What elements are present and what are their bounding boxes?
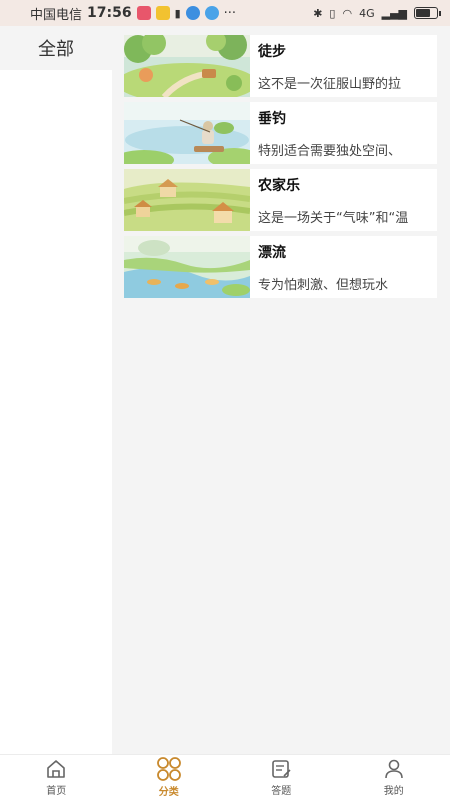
tab-category[interactable]: 分类 [113, 755, 226, 800]
farm-scene-image [124, 169, 250, 231]
card-description: 特别适合需要独处空间、 [258, 144, 402, 159]
carrier-label: 中国电信 [30, 7, 83, 23]
list-item[interactable]: 农家乐 这是一场关于“气味”和“温 [124, 169, 437, 231]
card-title: 垂钓 [258, 111, 286, 127]
home-icon [47, 760, 66, 778]
battery-icon [414, 7, 441, 19]
card-title: 漂流 [258, 245, 286, 261]
more-notifications-icon: ··· [223, 5, 237, 21]
tab-label: 首页 [46, 786, 67, 797]
shield-icon [185, 6, 200, 20]
signal-icon: ▂▄▆ [381, 6, 407, 20]
tab-quiz[interactable]: 答题 [225, 755, 338, 800]
vibrate-icon: ▯ [329, 6, 336, 20]
card-title: 徒步 [258, 44, 286, 60]
category-sidebar: 全部 [0, 26, 112, 754]
clock: 17:56 [87, 5, 132, 21]
battery-notification-icon: ▮ [174, 6, 181, 20]
hiking-scene-image [124, 35, 250, 97]
bluetooth-icon: ✱ [313, 6, 323, 20]
tab-label: 我的 [383, 786, 404, 797]
app-notification-icon [136, 6, 151, 20]
network-type-label: 4G [359, 6, 375, 20]
card-description: 这不是一次征服山野的拉 [258, 77, 402, 92]
sidebar-item-all[interactable]: 全部 [0, 26, 112, 70]
card-title: 农家乐 [258, 178, 300, 194]
quiz-icon [272, 760, 291, 778]
wifi-icon: ◠ [342, 6, 353, 20]
card-description: 这是一场关于“气味”和“温 [258, 211, 409, 226]
rafting-scene-image [124, 236, 250, 298]
activity-list: 徒步 这不是一次征服山野的拉 垂钓 特别适合需要独处空间、 农家乐 这是一场关于… [124, 35, 437, 303]
tab-home[interactable]: 首页 [0, 755, 113, 800]
status-bar: 中国电信 17:56 ▮ ··· ✱ ▯ ◠ 4G ▂▄▆ [0, 0, 450, 26]
list-item[interactable]: 垂钓 特别适合需要独处空间、 [124, 102, 437, 164]
category-icon [156, 757, 181, 781]
browser-icon [204, 6, 219, 20]
card-description: 专为怕刺激、但想玩水 [258, 278, 389, 293]
tab-label: 分类 [158, 787, 179, 798]
app-notification-icon [155, 6, 170, 20]
content-area: 徒步 这不是一次征服山野的拉 垂钓 特别适合需要独处空间、 农家乐 这是一场关于… [112, 26, 450, 754]
fishing-scene-image [124, 102, 250, 164]
tab-profile[interactable]: 我的 [338, 755, 450, 800]
list-item[interactable]: 漂流 专为怕刺激、但想玩水 [124, 236, 437, 298]
sidebar-item-label: 全部 [38, 39, 74, 60]
bottom-tab-bar: 首页 分类 答题 我的 [0, 754, 450, 800]
list-item[interactable]: 徒步 这不是一次征服山野的拉 [124, 35, 437, 97]
user-icon [384, 759, 403, 779]
tab-label: 答题 [271, 786, 292, 797]
